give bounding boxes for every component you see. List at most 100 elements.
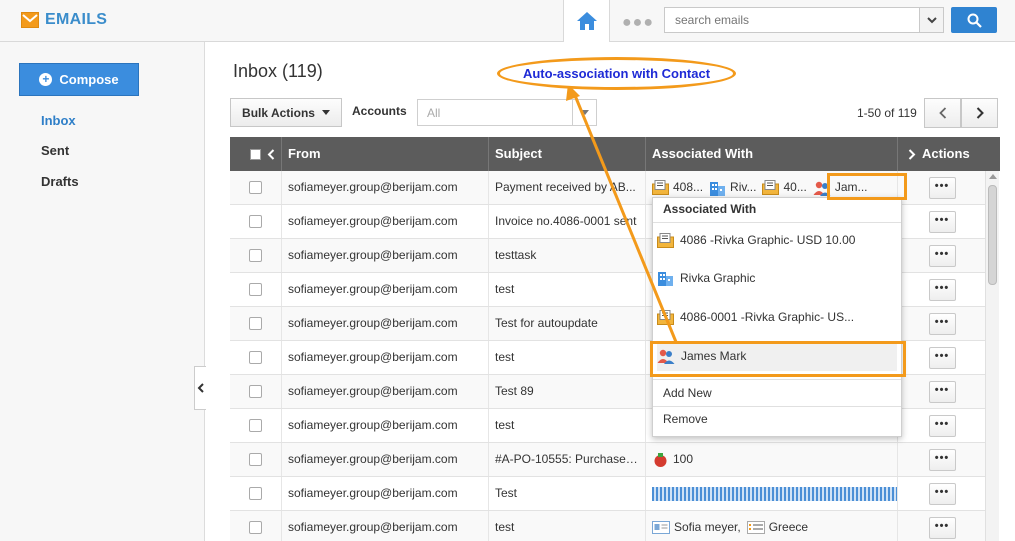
associated-record-label: Sofia meyer, xyxy=(674,520,741,534)
row-actions-button[interactable]: ••• xyxy=(928,516,956,539)
row-checkbox[interactable] xyxy=(249,249,262,262)
select-all-checkbox[interactable] xyxy=(250,148,261,160)
table-row[interactable]: sofiameyer.group@berijam.com Test ••• xyxy=(230,477,986,511)
remove-link[interactable]: Remove xyxy=(663,412,708,426)
email-subject[interactable]: test xyxy=(489,273,646,306)
row-checkbox[interactable] xyxy=(249,317,262,330)
email-associated-with: 100 xyxy=(646,443,898,476)
contact-card-icon xyxy=(652,521,670,534)
accounts-select[interactable]: All xyxy=(417,99,597,126)
row-checkbox[interactable] xyxy=(249,453,262,466)
email-from[interactable]: sofiameyer.group@berijam.com xyxy=(282,205,489,238)
search-dropdown-button[interactable] xyxy=(919,8,943,32)
email-subject[interactable]: testtask xyxy=(489,239,646,272)
email-from[interactable]: sofiameyer.group@berijam.com xyxy=(282,273,489,306)
row-checkbox[interactable] xyxy=(249,419,262,432)
popup-item-invoice[interactable]: 4086-0001 -Rivka Graphic- US... xyxy=(657,302,897,332)
row-actions-button[interactable]: ••• xyxy=(928,380,956,403)
row-checkbox[interactable] xyxy=(249,521,262,534)
more-options-icon[interactable]: ●●● xyxy=(622,14,654,32)
row-actions-button[interactable]: ••• xyxy=(928,482,956,505)
collapse-sidebar-button[interactable] xyxy=(194,366,206,410)
scroll-thumb[interactable] xyxy=(988,185,997,285)
email-from[interactable]: sofiameyer.group@berijam.com xyxy=(282,341,489,374)
email-from[interactable]: sofiameyer.group@berijam.com xyxy=(282,307,489,340)
row-checkbox[interactable] xyxy=(249,487,262,500)
table-header: From Subject Associated With Actions xyxy=(230,137,1000,171)
row-checkbox[interactable] xyxy=(249,351,262,364)
associated-record-chip[interactable]: Sofia meyer, xyxy=(652,511,741,541)
column-header-associated[interactable]: Associated With xyxy=(646,137,898,171)
bulk-actions-button[interactable]: Bulk Actions xyxy=(230,98,342,127)
column-header-subject[interactable]: Subject xyxy=(489,137,646,171)
email-subject[interactable]: Test 89 xyxy=(489,375,646,408)
home-button[interactable] xyxy=(563,0,610,42)
email-subject[interactable]: Test xyxy=(489,477,646,510)
row-actions-button[interactable]: ••• xyxy=(928,312,956,335)
search-button[interactable] xyxy=(951,7,997,33)
search-input[interactable] xyxy=(665,8,915,32)
table-scrollbar[interactable] xyxy=(985,171,999,541)
associated-record-chip[interactable]: 100 xyxy=(652,443,693,476)
row-actions-cell: ••• xyxy=(898,307,986,340)
email-subject[interactable]: test xyxy=(489,409,646,442)
building-icon xyxy=(710,181,726,196)
email-from[interactable]: sofiameyer.group@berijam.com xyxy=(282,239,489,272)
row-actions-button[interactable]: ••• xyxy=(928,346,956,369)
column-header-actions[interactable]: Actions xyxy=(898,137,1000,171)
bulk-actions-label: Bulk Actions xyxy=(242,105,315,120)
popup-item-building[interactable]: Rivka Graphic xyxy=(657,263,897,293)
chevron-left-icon[interactable] xyxy=(267,148,275,160)
row-actions-button[interactable]: ••• xyxy=(928,278,956,301)
brand[interactable]: EMAILS xyxy=(21,11,107,29)
building-icon xyxy=(658,272,673,286)
table-row[interactable]: sofiameyer.group@berijam.com test Sofia me… xyxy=(230,511,986,541)
column-header-from[interactable]: From xyxy=(282,137,489,171)
row-actions-button[interactable]: ••• xyxy=(928,176,956,199)
sidebar: + Compose Inbox Sent Drafts xyxy=(0,42,205,541)
email-subject[interactable]: #A-PO-10555: Purchase Order xyxy=(489,443,646,476)
list-icon xyxy=(746,521,765,534)
sidebar-item-inbox[interactable]: Inbox xyxy=(41,113,76,128)
row-checkbox[interactable] xyxy=(249,385,262,398)
email-from[interactable]: sofiameyer.group@berijam.com xyxy=(282,375,489,408)
sidebar-item-drafts[interactable]: Drafts xyxy=(41,174,79,189)
next-page-button[interactable] xyxy=(961,98,998,128)
email-subject[interactable]: test xyxy=(489,341,646,374)
row-actions-button[interactable]: ••• xyxy=(928,210,956,233)
sidebar-item-sent[interactable]: Sent xyxy=(41,143,69,158)
email-associated-with: Sofia meyer, Greece xyxy=(646,511,898,541)
row-checkbox[interactable] xyxy=(249,283,262,296)
chevron-right-icon xyxy=(976,107,984,119)
email-subject[interactable]: Payment received by AB... xyxy=(489,171,646,204)
email-subject[interactable]: Invoice no.4086-0001 sent xyxy=(489,205,646,238)
accounts-dropdown-arrow[interactable] xyxy=(572,100,596,125)
email-from[interactable]: sofiameyer.group@berijam.com xyxy=(282,511,489,541)
plus-icon: + xyxy=(39,73,53,86)
associated-record-chip[interactable]: Greece xyxy=(746,511,808,541)
row-actions-button[interactable]: ••• xyxy=(928,244,956,267)
row-actions-button[interactable]: ••• xyxy=(928,448,956,471)
email-subject[interactable]: Test for autoupdate xyxy=(489,307,646,340)
add-new-link[interactable]: Add New xyxy=(663,386,712,400)
associated-record-bar[interactable] xyxy=(652,486,897,501)
compose-button[interactable]: + Compose xyxy=(19,63,139,96)
email-from[interactable]: sofiameyer.group@berijam.com xyxy=(282,171,489,204)
page-title: Inbox (119) xyxy=(233,61,323,81)
row-checkbox[interactable] xyxy=(249,181,262,194)
email-from[interactable]: sofiameyer.group@berijam.com xyxy=(282,443,489,476)
scroll-up-arrow[interactable] xyxy=(989,174,997,179)
highlight-box-contact-chip xyxy=(827,173,907,200)
table-row[interactable]: sofiameyer.group@berijam.com #A-PO-10555:… xyxy=(230,443,986,477)
row-actions-cell: ••• xyxy=(898,273,986,306)
row-select-cell xyxy=(230,273,282,306)
email-subject[interactable]: test xyxy=(489,511,646,541)
popup-item-invoice[interactable]: 4086 -Rivka Graphic- USD 10.00 xyxy=(657,225,897,255)
associated-record-label: 100 xyxy=(673,452,694,466)
row-actions-button[interactable]: ••• xyxy=(928,414,956,437)
email-from[interactable]: sofiameyer.group@berijam.com xyxy=(282,477,489,510)
email-from[interactable]: sofiameyer.group@berijam.com xyxy=(282,409,489,442)
accounts-selected-value: All xyxy=(427,106,441,120)
prev-page-button[interactable] xyxy=(924,98,961,128)
row-checkbox[interactable] xyxy=(249,215,262,228)
